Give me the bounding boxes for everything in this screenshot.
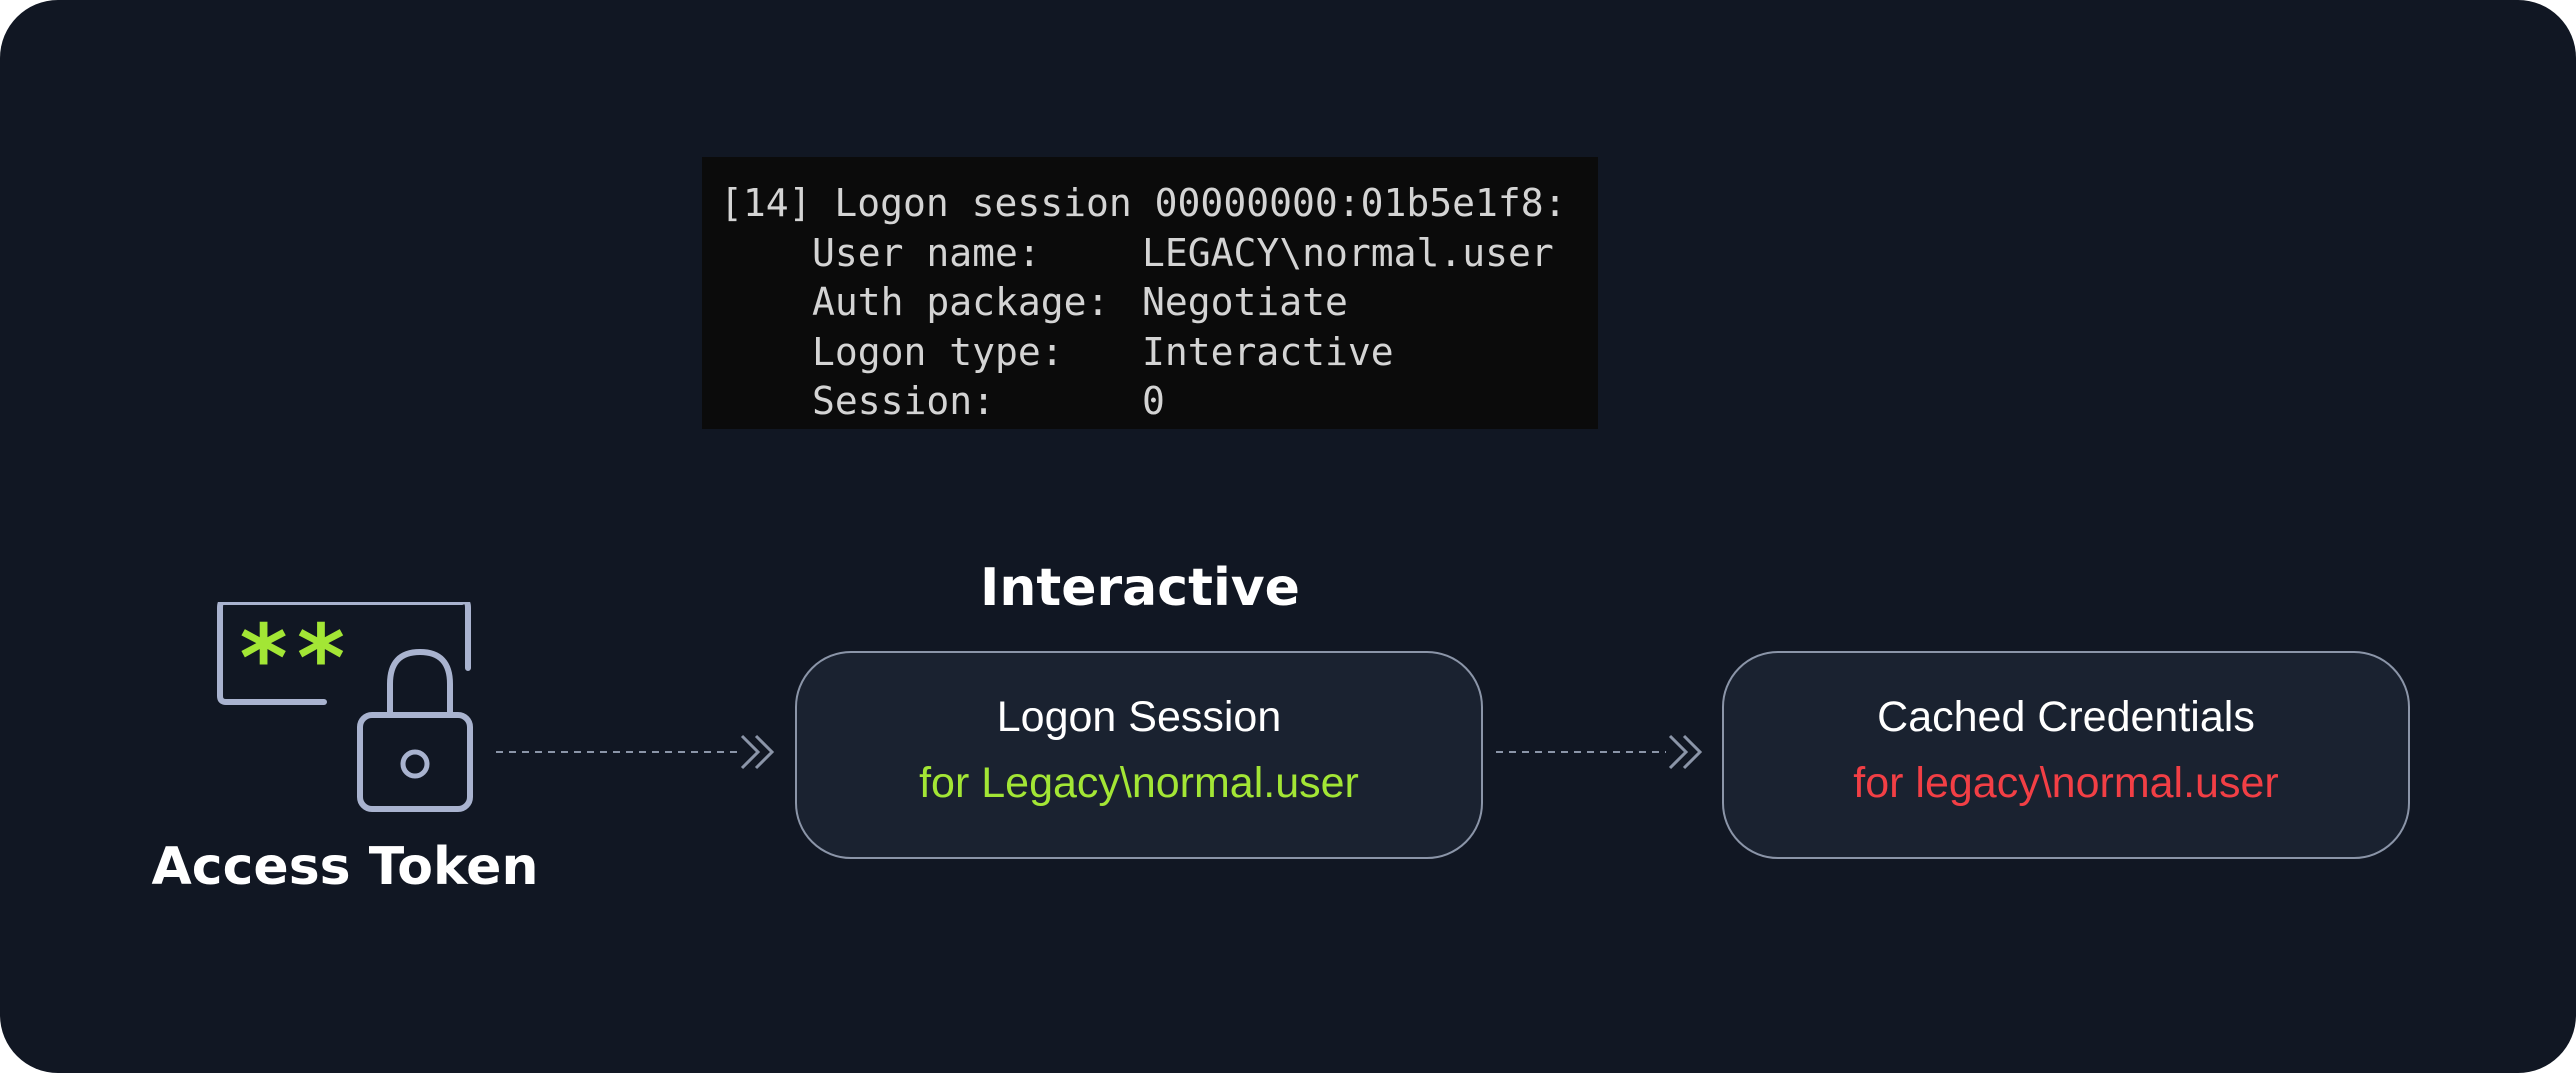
access-token-icon: ** — [217, 602, 473, 812]
cached-credentials-title: Cached Credentials — [1877, 693, 2255, 741]
terminal-value: Interactive — [1142, 329, 1394, 374]
connector-arrow-session-to-credentials — [1496, 734, 1703, 770]
terminal-key: Logon type: — [812, 329, 1064, 374]
password-mask-text: ** — [236, 605, 351, 712]
cached-credentials-node: Cached Credentials for legacy\normal.use… — [1722, 651, 2410, 859]
terminal-row-session: Session: 0 — [720, 377, 1598, 427]
logon-type-label: Interactive — [980, 558, 1300, 618]
padlock-icon — [357, 648, 473, 812]
terminal-value: Negotiate — [1142, 280, 1348, 324]
terminal-key: Session: — [812, 379, 996, 423]
terminal-row-auth-package: Auth package: Negotiate — [720, 278, 1598, 328]
logon-session-node: Logon Session for Legacy\normal.user — [795, 651, 1483, 859]
terminal-row-logon-type: Logon type: Interactive — [720, 328, 1598, 378]
logon-session-title: Logon Session — [996, 693, 1282, 741]
access-token-label: Access Token — [151, 837, 539, 897]
terminal-row-user-name: User name: LEGACY\normal.user — [720, 229, 1598, 279]
logon-session-user: for Legacy\normal.user — [919, 759, 1359, 807]
terminal-output: [14] Logon session 00000000:01b5e1f8: Use… — [702, 157, 1598, 429]
terminal-value: 0 — [1142, 379, 1165, 423]
terminal-header: [14] Logon session 00000000:01b5e1f8: — [720, 181, 1567, 225]
terminal-key: Auth package: — [812, 280, 1110, 324]
terminal-key: User name: — [812, 230, 1041, 275]
terminal-value: LEGACY\normal.user — [1142, 230, 1554, 275]
cached-credentials-user: for legacy\normal.user — [1853, 759, 2279, 807]
connector-arrow-token-to-session — [496, 734, 775, 770]
